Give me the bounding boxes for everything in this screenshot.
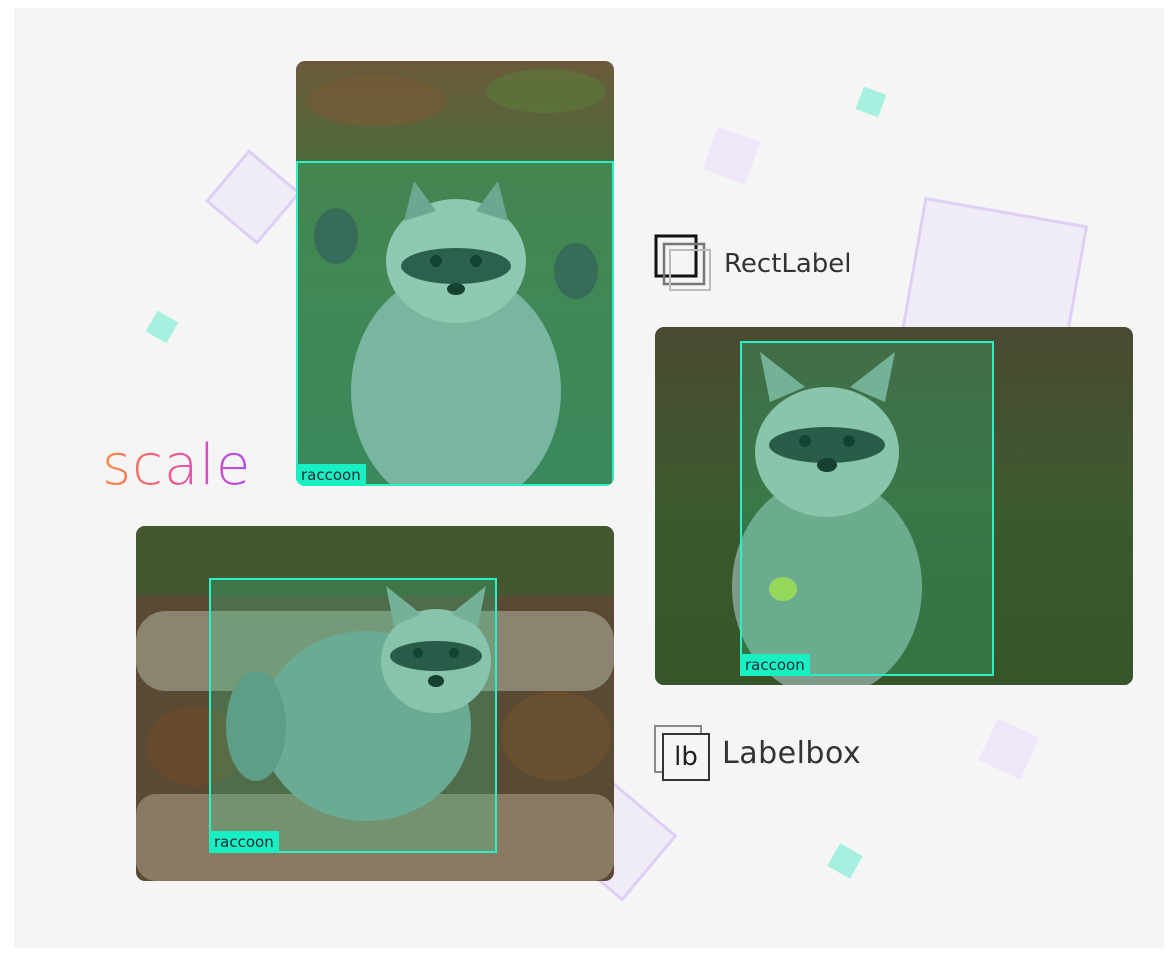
decor-square-outline-left: [205, 149, 301, 245]
photo-raccoon-1: raccoon: [296, 61, 614, 486]
decor-square-teal-top: [855, 86, 887, 118]
bounding-box-1[interactable]: raccoon: [296, 161, 614, 486]
decor-square-teal-bottom: [827, 843, 863, 879]
label-tag-3: raccoon: [209, 831, 279, 853]
bounding-box-3[interactable]: raccoon: [209, 578, 497, 853]
canvas: raccoon raccoon raccoon scale RectLabel …: [14, 8, 1164, 948]
label-tag-2: raccoon: [740, 654, 810, 676]
rectlabel-name: RectLabel: [724, 249, 852, 279]
decor-square-top: [702, 126, 761, 185]
labelbox-logo: lb Labelbox: [654, 725, 861, 781]
photo-raccoon-3: raccoon: [136, 526, 614, 881]
scale-logo: scale: [102, 433, 252, 498]
rectlabel-icon: [654, 234, 711, 291]
decor-square-teal-left: [145, 310, 179, 344]
bounding-box-2[interactable]: raccoon: [740, 341, 994, 676]
labelbox-mark: lb: [674, 742, 698, 772]
decor-square-right-low: [978, 718, 1040, 780]
photo-raccoon-2: raccoon: [655, 327, 1133, 685]
labelbox-icon: lb: [654, 725, 710, 781]
rectlabel-logo: RectLabel: [654, 234, 852, 294]
label-tag-1: raccoon: [296, 464, 366, 486]
labelbox-name: Labelbox: [722, 735, 862, 771]
